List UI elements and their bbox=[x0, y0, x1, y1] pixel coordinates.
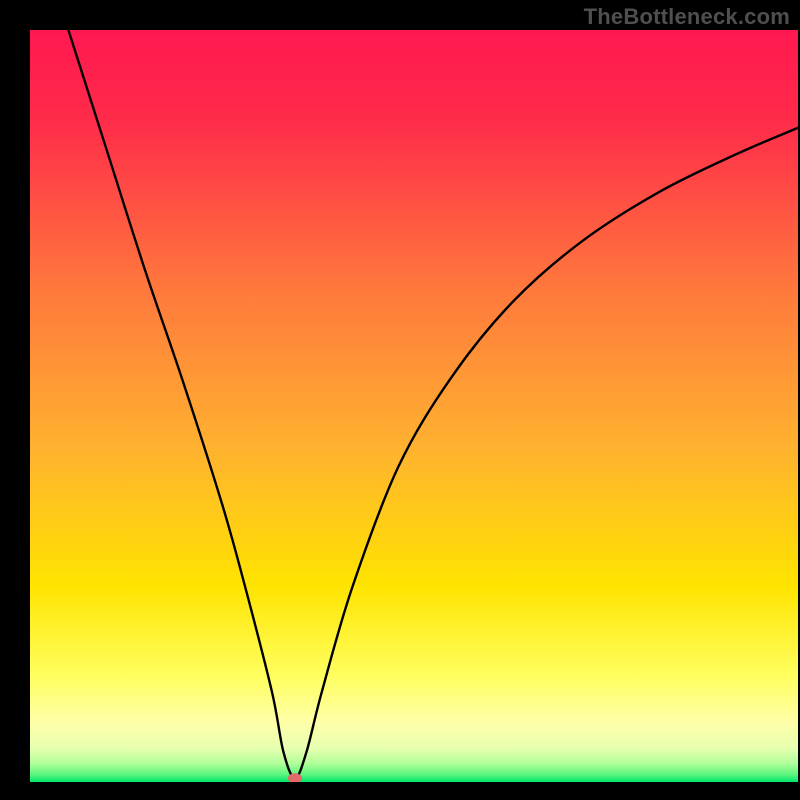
bottleneck-chart bbox=[0, 0, 800, 800]
plot-background bbox=[30, 30, 798, 782]
watermark-text: TheBottleneck.com bbox=[584, 4, 790, 30]
chart-stage: TheBottleneck.com bbox=[0, 0, 800, 800]
optimal-point-marker bbox=[288, 773, 302, 783]
